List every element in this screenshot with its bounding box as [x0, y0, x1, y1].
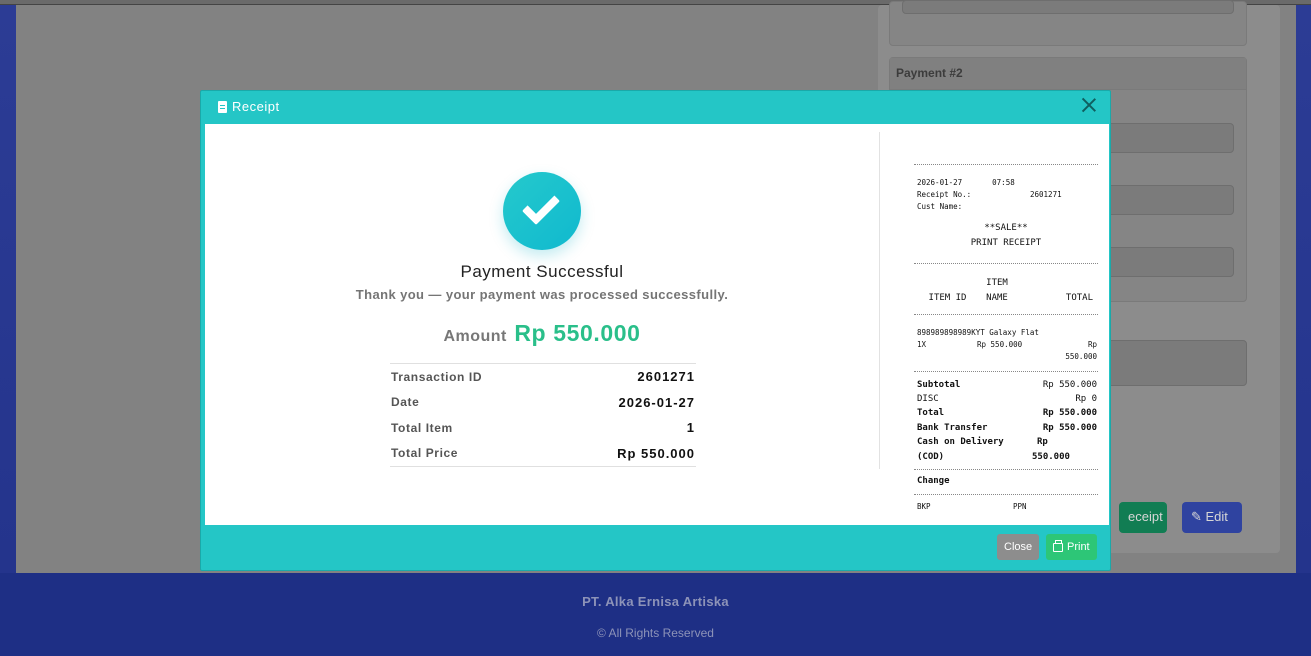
receipt-column-headers: ITEM ID ITEM NAME TOTAL	[915, 276, 1097, 306]
receipt-divider	[914, 164, 1098, 165]
detail-row-total-price: Total Price Rp 550.000	[390, 441, 696, 467]
receipt-item-qty-row: 1X Rp 550.000 Rp	[915, 339, 1097, 351]
success-check-icon	[503, 172, 581, 250]
receipt-item-id: 898989898989	[917, 328, 972, 337]
page-footer: PT. Alka Ernisa Artiska © All Rights Res…	[0, 573, 1311, 656]
amount-label: Amount	[443, 328, 507, 345]
detail-label: Total Item	[391, 420, 453, 435]
receipt-divider	[914, 263, 1098, 264]
receipt-print-label: PRINT RECEIPT	[970, 238, 1042, 248]
receipt-divider	[914, 314, 1098, 315]
receipt-button[interactable]: eceipt	[1119, 502, 1167, 533]
receipt-cust-name: Cust Name:	[917, 202, 963, 211]
receipt-number-row: Receipt No.: 2601271	[915, 189, 1097, 201]
receipt-time: 07:58	[992, 178, 1015, 187]
printer-icon	[1053, 539, 1063, 552]
receipt-disc: DISC Rp 0	[915, 392, 1097, 406]
receipt-item-name: KYT Galaxy Flat	[971, 328, 1039, 337]
cod-label-line2: (COD)	[917, 451, 945, 462]
printed-receipt: 2026-01-27 07:58 Receipt No.: 2601271 Cu…	[914, 164, 1098, 513]
col-item-name-line1: ITEM	[986, 278, 1008, 288]
receipt-item-total-1: Rp	[1087, 340, 1097, 349]
detail-row-date: Date 2026-01-27	[390, 390, 696, 416]
close-button[interactable]: Close	[997, 534, 1040, 560]
footer-company: PT. Alka Ernisa Artiska	[582, 594, 729, 609]
detail-label: Total Price	[391, 446, 459, 461]
page-right-gutter	[1296, 5, 1311, 573]
footer-rights: © All Rights Reserved	[597, 626, 714, 640]
payment-2-title: Payment #2	[890, 58, 1246, 90]
detail-row-total-item: Total Item 1	[390, 415, 696, 441]
payment-card-1	[889, 0, 1247, 46]
close-icon[interactable]	[1081, 97, 1097, 113]
print-button[interactable]: Print	[1046, 534, 1097, 560]
receipt-sale-label: **SALE**	[984, 223, 1028, 233]
detail-value: 1	[686, 420, 695, 436]
page-left-gutter	[0, 5, 16, 573]
total-label: Total	[917, 408, 945, 418]
modal-title-text: Receipt	[232, 99, 280, 114]
receipt-divider	[914, 371, 1098, 372]
transaction-details: Transaction ID 2601271 Date 2026-01-27 T…	[390, 363, 696, 467]
receipt-item-qty: 1X	[917, 340, 927, 349]
edit-button-label: Edit	[1205, 509, 1228, 524]
success-subtitle: Thank you — your payment was processed s…	[355, 287, 729, 302]
detail-row-transaction-id: Transaction ID 2601271	[390, 364, 696, 390]
receipt-no: 2601271	[1030, 190, 1062, 199]
receipt-divider	[914, 494, 1098, 495]
receipt-modal: Receipt Payment Successful Thank you — y…	[200, 90, 1111, 571]
amount-row: Amount Rp 550.000	[205, 320, 879, 347]
receipt-item-price: Rp 550.000	[977, 340, 1023, 349]
receipt-total: Total Rp 550.000	[915, 406, 1097, 421]
receipt-item-total-2: 550.000	[1065, 352, 1097, 361]
receipt-divider	[914, 469, 1098, 470]
payment-1-input[interactable]	[902, 0, 1234, 14]
col-item-id: ITEM ID	[928, 293, 967, 303]
bank-value: Rp 550.000	[1042, 422, 1097, 433]
receipt-cod: Cash on Delivery (COD) Rp 550.000	[915, 435, 1097, 464]
cod-label-line1: Cash on Delivery	[917, 437, 1004, 447]
receipt-bank-transfer: Bank Transfer Rp 550.000	[915, 421, 1097, 436]
edit-button[interactable]: ✎ Edit	[1182, 502, 1242, 533]
receipt-icon	[218, 100, 227, 113]
subtotal-value: Rp 550.000	[1042, 380, 1097, 390]
receipt-tax-row: BKP PPN	[915, 501, 1097, 513]
receipt-subtotal: Subtotal Rp 550.000	[915, 378, 1097, 392]
modal-body: Payment Successful Thank you — your paym…	[205, 124, 1109, 525]
modal-title: Receipt	[218, 99, 280, 114]
receipt-change: Change	[917, 476, 950, 486]
total-value: Rp 550.000	[1042, 408, 1097, 418]
detail-label: Date	[391, 395, 420, 410]
cod-value: Rp 550.000	[1032, 435, 1097, 464]
subtotal-label: Subtotal	[917, 380, 961, 390]
detail-value: Rp 550.000	[617, 445, 695, 461]
receipt-date: 2026-01-27	[917, 178, 963, 187]
ppn-label: PPN	[1013, 502, 1027, 511]
success-title: Payment Successful	[460, 262, 624, 281]
cod-value-line1: Rp	[1037, 437, 1048, 447]
vertical-divider	[879, 132, 880, 469]
detail-value: 2026-01-27	[618, 394, 695, 410]
col-item-name: ITEM NAME	[980, 276, 1014, 306]
cod-value-line2: 550.000	[1032, 451, 1070, 462]
amount-value: Rp 550.000	[514, 320, 641, 346]
col-total: TOTAL	[1065, 293, 1093, 303]
cod-label: Cash on Delivery (COD)	[917, 435, 1032, 464]
disc-value: Rp 0	[1075, 394, 1097, 404]
modal-header: Receipt	[201, 91, 1110, 124]
col-item-name-line2: NAME	[986, 293, 1008, 303]
modal-footer: Close Print	[201, 525, 1110, 571]
print-button-label: Print	[1067, 541, 1090, 553]
detail-label: Transaction ID	[391, 369, 483, 384]
detail-value: 2601271	[637, 369, 695, 385]
disc-label: DISC	[917, 394, 939, 404]
bkp-label: BKP	[917, 502, 931, 511]
bank-label: Bank Transfer	[917, 422, 988, 433]
receipt-item-line: 898989898989KYT Galaxy Flat	[915, 327, 1097, 339]
receipt-datetime: 2026-01-27 07:58	[915, 177, 1097, 189]
receipt-no-label: Receipt No.:	[917, 190, 972, 199]
